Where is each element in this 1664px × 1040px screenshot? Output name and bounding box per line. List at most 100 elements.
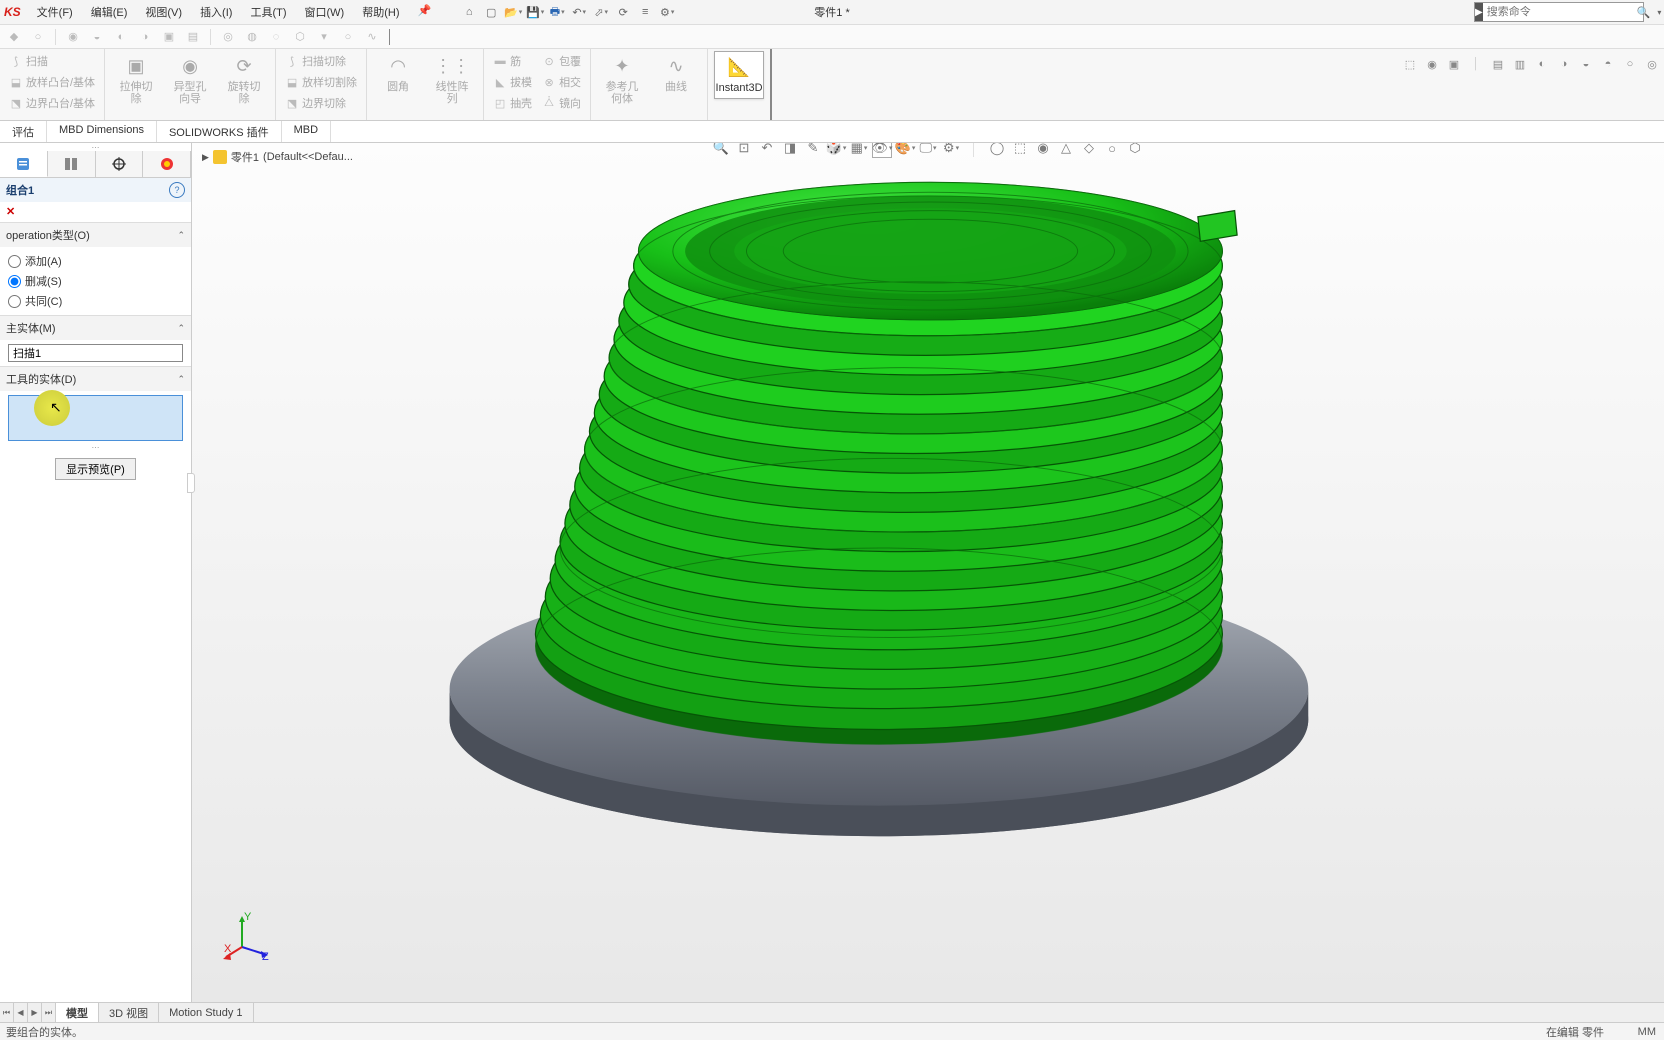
- tb-icon-4[interactable]: ◒: [87, 28, 107, 46]
- prev-view-icon[interactable]: ↶: [757, 143, 777, 158]
- view-triad[interactable]: Y Z X: [222, 912, 272, 962]
- rt-icon-8[interactable]: ◑: [1554, 54, 1574, 74]
- draft-button[interactable]: ◣拔模: [490, 72, 535, 92]
- listbox-handle[interactable]: ⋯: [8, 443, 183, 452]
- tab-motion-study[interactable]: Motion Study 1: [159, 1003, 253, 1022]
- home-icon[interactable]: ⌂: [460, 3, 478, 21]
- search-dropdown-icon[interactable]: ▾: [1654, 8, 1664, 17]
- menu-pin-icon[interactable]: 📌: [410, 0, 440, 24]
- hud-icon-e[interactable]: ◇: [1079, 143, 1099, 158]
- rt-icon-6[interactable]: ▥: [1510, 54, 1530, 74]
- tb-icon-13[interactable]: ▾: [314, 28, 334, 46]
- loft-cut-button[interactable]: ⬓放样切割除: [282, 72, 360, 92]
- tab-nav-first[interactable]: ⏮: [0, 1003, 14, 1022]
- pm-section-type-header[interactable]: operation类型(O) ⌃: [0, 223, 191, 247]
- intersect-button[interactable]: ⊗相交: [539, 72, 584, 92]
- print-icon[interactable]: 🖶: [548, 3, 566, 21]
- rt-icon-2[interactable]: ◉: [1422, 54, 1442, 74]
- boundary-button[interactable]: ⬔边界凸台/基体: [6, 93, 98, 113]
- instant3d-button[interactable]: 📐Instant3D: [714, 51, 764, 99]
- rt-icon-12[interactable]: ◎: [1642, 54, 1662, 74]
- tb-icon-15[interactable]: ∿: [362, 28, 382, 46]
- pm-tab-feature[interactable]: [0, 151, 48, 177]
- tab-nav-next[interactable]: ▶: [28, 1003, 42, 1022]
- new-icon[interactable]: ▢: [482, 3, 500, 21]
- options-list-icon[interactable]: ≡: [636, 3, 654, 21]
- tb-icon-11[interactable]: ◌: [266, 28, 286, 46]
- menu-view[interactable]: 视图(V): [137, 0, 190, 24]
- tab-mbd-dimensions[interactable]: MBD Dimensions: [47, 121, 157, 142]
- zoom-area-icon[interactable]: ⊡: [734, 143, 754, 158]
- main-body-input[interactable]: [8, 344, 183, 362]
- radio-add[interactable]: 添加(A): [8, 251, 183, 271]
- pattern-button[interactable]: ⋮⋮线性阵列: [427, 51, 477, 109]
- breadcrumb[interactable]: ▶ 零件1 (Default<<Defau...: [202, 149, 353, 165]
- search-input[interactable]: [1483, 6, 1633, 18]
- menu-tools[interactable]: 工具(T): [242, 0, 294, 24]
- rt-icon-3[interactable]: ▣: [1444, 54, 1464, 74]
- tab-model[interactable]: 模型: [56, 1003, 99, 1022]
- tb-icon-10[interactable]: ◍: [242, 28, 262, 46]
- tb-icon-7[interactable]: ▣: [159, 28, 179, 46]
- tab-sw-addins[interactable]: SOLIDWORKS 插件: [157, 121, 282, 142]
- cancel-icon[interactable]: ✕: [6, 205, 20, 219]
- pm-section-tool-header[interactable]: 工具的实体(D) ⌃: [0, 367, 191, 391]
- show-preview-button[interactable]: 显示预览(P): [55, 458, 136, 480]
- tb-icon-14[interactable]: ○: [338, 28, 358, 46]
- tab-nav-last[interactable]: ⏭: [42, 1003, 56, 1022]
- shell-button[interactable]: ◰抽壳: [490, 93, 535, 113]
- tb-icon-3[interactable]: ◉: [63, 28, 83, 46]
- dynamic-annot-icon[interactable]: ✎: [803, 143, 823, 158]
- rt-icon-5[interactable]: ▤: [1488, 54, 1508, 74]
- apply-scene-icon[interactable]: 🖵: [918, 143, 938, 158]
- extrude-cut-button[interactable]: ▣拉伸切除: [111, 51, 161, 109]
- status-units[interactable]: MM: [1638, 1026, 1656, 1038]
- zoom-fit-icon[interactable]: 🔍: [711, 143, 731, 158]
- curves-button[interactable]: ∿曲线: [651, 51, 701, 97]
- rt-icon-10[interactable]: ◓: [1598, 54, 1618, 74]
- tb-icon-9[interactable]: ◎: [218, 28, 238, 46]
- rt-icon-7[interactable]: ◐: [1532, 54, 1552, 74]
- undo-icon[interactable]: ↶: [570, 3, 588, 21]
- hud-icon-d[interactable]: △: [1056, 143, 1076, 158]
- section-view-icon[interactable]: ◨: [780, 143, 800, 158]
- pm-tab-config[interactable]: [48, 151, 96, 177]
- settings-icon[interactable]: ⚙: [658, 3, 676, 21]
- menu-insert[interactable]: 插入(I): [192, 0, 240, 24]
- tb-icon-2[interactable]: ○: [28, 28, 48, 46]
- select-icon[interactable]: ⬀: [592, 3, 610, 21]
- radio-subtract[interactable]: 删减(S): [8, 271, 183, 291]
- rebuild-icon[interactable]: ⟳: [614, 3, 632, 21]
- revolve-cut-button[interactable]: ⟳旋转切除: [219, 51, 269, 109]
- rt-icon-1[interactable]: ⬚: [1400, 54, 1420, 74]
- rt-icon-4[interactable]: │: [1466, 54, 1486, 74]
- mirror-button[interactable]: ⧊镜向: [539, 93, 584, 113]
- menu-help[interactable]: 帮助(H): [354, 0, 407, 24]
- tb-icon-5[interactable]: ◐: [111, 28, 131, 46]
- tb-icon-8[interactable]: ▤: [183, 28, 203, 46]
- rib-button[interactable]: ▬筋: [490, 51, 535, 71]
- hole-wizard-button[interactable]: ◉异型孔向导: [165, 51, 215, 109]
- rt-icon-11[interactable]: ○: [1620, 54, 1640, 74]
- hud-icon-c[interactable]: ◉: [1033, 143, 1053, 158]
- rt-icon-9[interactable]: ◒: [1576, 54, 1596, 74]
- save-icon[interactable]: 💾: [526, 3, 544, 21]
- breadcrumb-expand-icon[interactable]: ▶: [202, 152, 209, 163]
- tab-3d-view[interactable]: 3D 视图: [99, 1003, 159, 1022]
- pm-section-main-header[interactable]: 主实体(M) ⌃: [0, 316, 191, 340]
- radio-common[interactable]: 共同(C): [8, 291, 183, 311]
- search-box[interactable]: ▶ 🔍 ▾: [1474, 2, 1644, 22]
- tb-icon-6[interactable]: ◑: [135, 28, 155, 46]
- fillet-button[interactable]: ◠圆角: [373, 51, 423, 97]
- boundary-cut-button[interactable]: ⬔边界切除: [282, 93, 360, 113]
- hud-icon-f[interactable]: ○: [1102, 143, 1122, 158]
- hud-icon-g[interactable]: ⬡: [1125, 143, 1145, 158]
- pm-top-handle[interactable]: ⋯: [0, 143, 191, 151]
- swept-cut-button[interactable]: ⟆扫描切除: [282, 51, 360, 71]
- view-orient-icon[interactable]: 🎲: [826, 143, 846, 158]
- edit-appearance-icon[interactable]: 🎨: [895, 143, 915, 158]
- menu-edit[interactable]: 编辑(E): [83, 0, 136, 24]
- ref-geom-button[interactable]: ✦参考几何体: [597, 51, 647, 109]
- display-style-icon[interactable]: ▦: [849, 143, 869, 158]
- menu-file[interactable]: 文件(F): [29, 0, 81, 24]
